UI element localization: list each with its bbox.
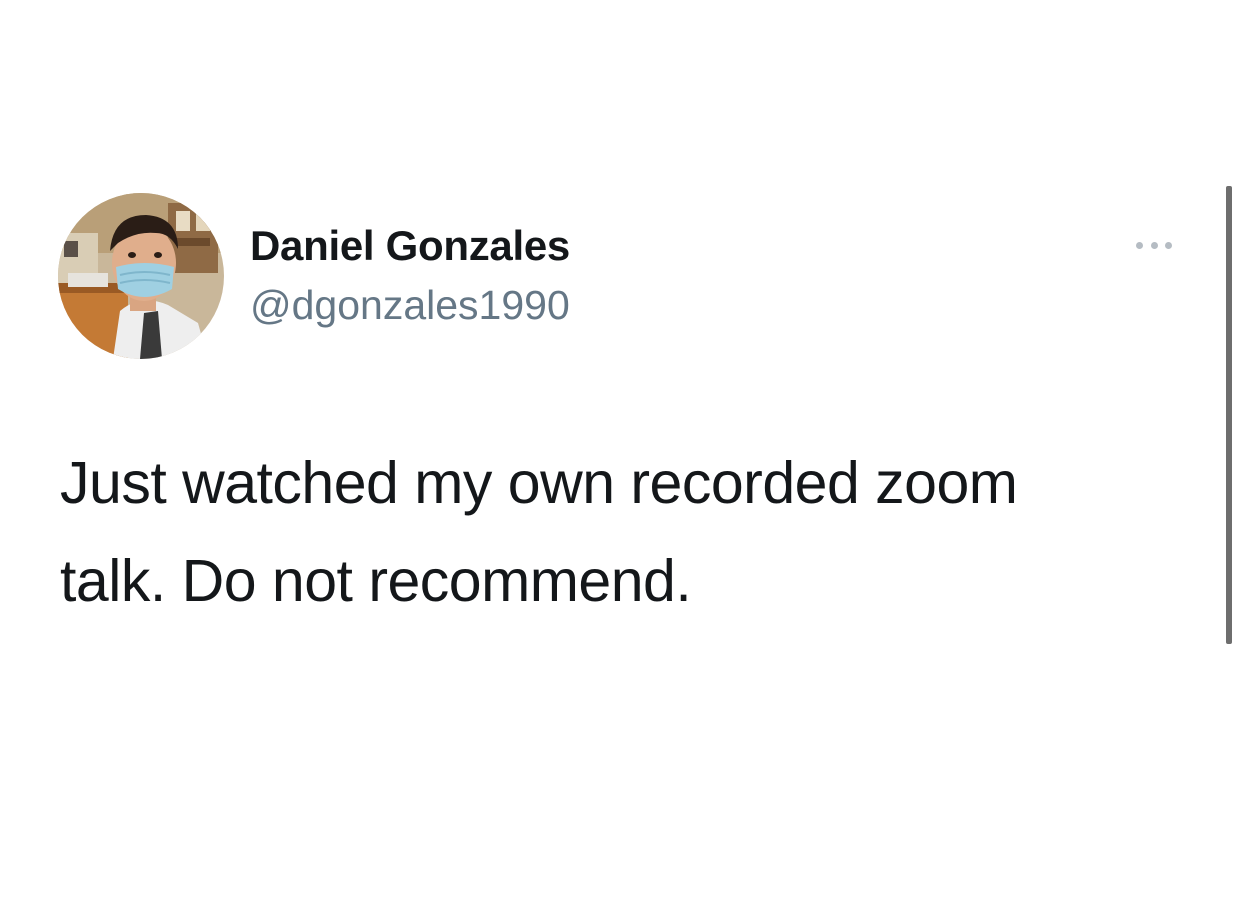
tweet-text-line: Just watched my own recorded zoom bbox=[60, 450, 1018, 516]
tweet-text-line: talk. Do not recommend. bbox=[60, 548, 692, 614]
scrollbar[interactable] bbox=[1224, 186, 1235, 644]
more-options-button[interactable] bbox=[1128, 232, 1180, 258]
ellipsis-icon-dot bbox=[1150, 241, 1158, 249]
tweet-text: Just watched my own recorded zoom talk. … bbox=[60, 434, 1200, 630]
tweet-card: Daniel Gonzales @dgonzales1990 Just watc… bbox=[0, 0, 1241, 915]
ellipsis-icon-dot bbox=[1165, 241, 1172, 249]
avatar-photo bbox=[58, 193, 224, 359]
author-avatar[interactable] bbox=[58, 193, 224, 359]
ellipsis-icon bbox=[1136, 241, 1143, 249]
author-display-name[interactable]: Daniel Gonzales bbox=[250, 222, 570, 270]
scrollbar-thumb[interactable] bbox=[1226, 186, 1232, 644]
author-handle[interactable]: @dgonzales1990 bbox=[250, 282, 570, 329]
